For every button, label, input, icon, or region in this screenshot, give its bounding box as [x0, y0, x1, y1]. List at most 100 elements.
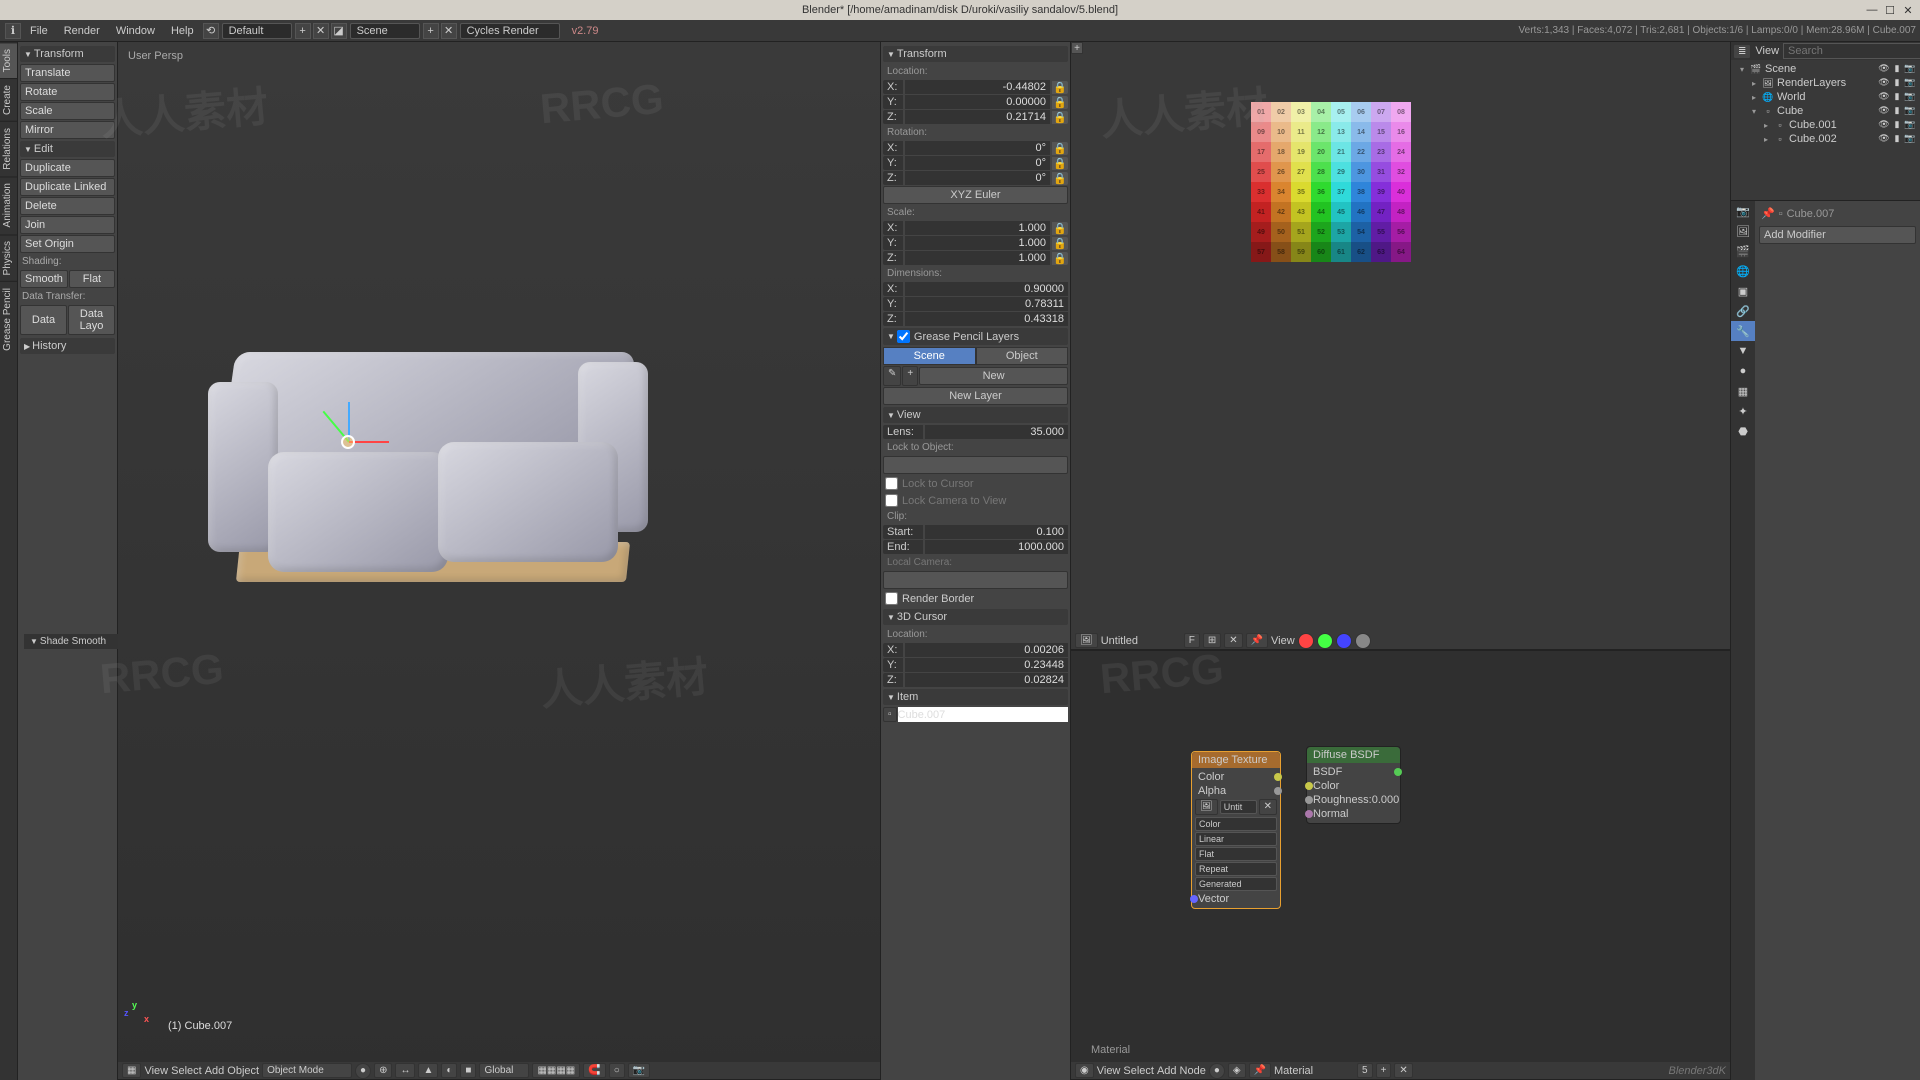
join-button[interactable]: Join: [20, 216, 115, 234]
outliner-item[interactable]: ▸▫Cube.001👁▮📷: [1733, 118, 1918, 132]
render-border-check[interactable]: [885, 592, 898, 605]
smooth-button[interactable]: Smooth: [20, 270, 68, 288]
image-name-field[interactable]: Untitled: [1101, 635, 1181, 647]
maximize-icon[interactable]: ☐: [1882, 3, 1898, 17]
view-hdr[interactable]: View: [883, 407, 1068, 423]
layers-grid[interactable]: ▦▦▦▦: [532, 1063, 580, 1078]
layout-add-icon[interactable]: +: [295, 23, 311, 39]
tab-object-icon[interactable]: ▣: [1731, 281, 1755, 301]
item-hdr[interactable]: Item: [883, 689, 1068, 705]
vp-menu-object[interactable]: Object: [227, 1065, 259, 1077]
lock-object-field[interactable]: [883, 456, 1068, 474]
tab-animation[interactable]: Animation: [0, 176, 17, 233]
render-preview-icon[interactable]: 📷: [628, 1063, 650, 1078]
outliner-menu-view[interactable]: View: [1755, 45, 1779, 57]
dim-z-field[interactable]: 0.43318: [905, 312, 1068, 326]
duplicate-linked-button[interactable]: Duplicate Linked: [20, 178, 115, 196]
unlink-icon[interactable]: ✕: [1259, 799, 1277, 815]
tab-material-icon[interactable]: ●: [1731, 361, 1755, 381]
mode-select[interactable]: Object Mode: [262, 1063, 352, 1078]
manipulator-scale-icon[interactable]: ■: [460, 1063, 476, 1078]
menu-render[interactable]: Render: [56, 25, 108, 37]
cur-z-field[interactable]: 0.02824: [905, 673, 1068, 687]
material-select[interactable]: Material: [1274, 1065, 1354, 1077]
data-layout-button[interactable]: Data Layo: [68, 305, 115, 335]
lock-icon[interactable]: 🔒: [1052, 172, 1068, 185]
gp-object-tab[interactable]: Object: [976, 347, 1069, 365]
mat-del-icon[interactable]: ✕: [1394, 1063, 1412, 1078]
node-menu-select[interactable]: Select: [1123, 1065, 1154, 1077]
editor-type-outliner-icon[interactable]: ≣: [1733, 44, 1751, 59]
tab-constraints-icon[interactable]: 🔗: [1731, 301, 1755, 321]
scene-select[interactable]: Scene: [350, 23, 420, 39]
node-image-name[interactable]: Untit: [1220, 800, 1257, 814]
pivot-icon[interactable]: ⊕: [374, 1063, 392, 1078]
channel-b-icon[interactable]: [1336, 633, 1352, 649]
editor-type-node-icon[interactable]: ◉: [1075, 1063, 1094, 1078]
image-fake-user-icon[interactable]: F: [1184, 633, 1200, 648]
scl-y-field[interactable]: 1.000: [905, 236, 1050, 250]
pin-icon[interactable]: 📌: [1249, 1063, 1271, 1078]
tab-tools[interactable]: Tools: [0, 42, 17, 78]
mat-add-icon[interactable]: +: [1376, 1063, 1392, 1078]
tab-create[interactable]: Create: [0, 78, 17, 121]
dim-x-field[interactable]: 0.90000: [905, 282, 1068, 296]
channel-a-icon[interactable]: [1355, 633, 1371, 649]
lock-icon[interactable]: 🔒: [1052, 157, 1068, 170]
rotate-button[interactable]: Rotate: [20, 83, 115, 101]
node-header[interactable]: Diffuse BSDF: [1307, 747, 1400, 763]
mat-users-count[interactable]: 5: [1357, 1063, 1373, 1078]
engine-select[interactable]: Cycles Render: [460, 23, 560, 39]
lens-field[interactable]: 35.000: [925, 425, 1068, 439]
n-transform-hdr[interactable]: Transform: [883, 46, 1068, 62]
tab-grease-pencil[interactable]: Grease Pencil: [0, 281, 17, 357]
tex-colorspace[interactable]: Color: [1195, 817, 1277, 831]
tex-projection[interactable]: Flat: [1195, 847, 1277, 861]
lock-icon[interactable]: 🔒: [1052, 237, 1068, 250]
menu-help[interactable]: Help: [163, 25, 202, 37]
data-button[interactable]: Data: [20, 305, 67, 335]
viewport-canvas[interactable]: User Persp xyz (1) Cube.007: [118, 42, 880, 1062]
duplicate-button[interactable]: Duplicate: [20, 159, 115, 177]
cur-x-field[interactable]: 0.00206: [905, 643, 1068, 657]
history-section[interactable]: History: [20, 338, 115, 354]
transform-section[interactable]: Transform: [20, 46, 115, 62]
outliner-tree[interactable]: ▾🎬Scene👁▮📷▸🖼RenderLayers👁▮📷▸🌐World👁▮📷▾▫C…: [1731, 60, 1920, 200]
channel-r-icon[interactable]: [1298, 633, 1314, 649]
gp-layers-hdr[interactable]: Grease Pencil Layers: [883, 328, 1068, 345]
tab-physics-icon[interactable]: ⬣: [1731, 421, 1755, 441]
tab-data-icon[interactable]: ▼: [1731, 341, 1755, 361]
layout-del-icon[interactable]: ✕: [313, 23, 329, 39]
image-unlink-icon[interactable]: ✕: [1224, 633, 1242, 648]
snap-icon[interactable]: 🧲: [583, 1063, 605, 1078]
gp-scene-tab[interactable]: Scene: [883, 347, 976, 365]
tab-modifiers-icon[interactable]: 🔧: [1731, 321, 1755, 341]
outliner-item[interactable]: ▸🌐World👁▮📷: [1733, 90, 1918, 104]
lock-cursor-check[interactable]: [885, 477, 898, 490]
viewport-shading-icon[interactable]: ●: [355, 1063, 371, 1079]
node-menu-add[interactable]: Add: [1157, 1065, 1177, 1077]
rot-x-field[interactable]: 0°: [905, 141, 1050, 155]
outliner-item[interactable]: ▸🖼RenderLayers👁▮📷: [1733, 76, 1918, 90]
editor-type-3dview-icon[interactable]: ▦: [122, 1063, 141, 1078]
rot-z-field[interactable]: 0°: [905, 171, 1050, 185]
outliner-item[interactable]: ▸▫Cube.002👁▮📷: [1733, 132, 1918, 146]
edit-section[interactable]: Edit: [20, 141, 115, 157]
close-icon[interactable]: ✕: [1900, 3, 1916, 17]
outliner-item[interactable]: ▾🎬Scene👁▮📷: [1733, 62, 1918, 76]
lock-icon[interactable]: 🔒: [1052, 111, 1068, 124]
tab-scene-icon[interactable]: 🎬: [1731, 241, 1755, 261]
clip-start-field[interactable]: 0.100: [925, 525, 1068, 539]
node-menu-node[interactable]: Node: [1180, 1065, 1206, 1077]
rot-y-field[interactable]: 0°: [905, 156, 1050, 170]
node-menu-view[interactable]: View: [1097, 1065, 1121, 1077]
tab-relations[interactable]: Relations: [0, 121, 17, 176]
editor-type-icon[interactable]: ℹ: [5, 23, 21, 39]
cursor-hdr[interactable]: 3D Cursor: [883, 609, 1068, 625]
vp-menu-add[interactable]: Add: [205, 1065, 225, 1077]
tex-interp[interactable]: Linear: [1195, 832, 1277, 846]
manipulator-rotate-icon[interactable]: ◐: [441, 1063, 457, 1078]
pin-icon[interactable]: 📌: [1761, 207, 1775, 220]
gp-add-icon[interactable]: +: [902, 366, 918, 386]
rotation-mode-select[interactable]: XYZ Euler: [883, 186, 1068, 204]
